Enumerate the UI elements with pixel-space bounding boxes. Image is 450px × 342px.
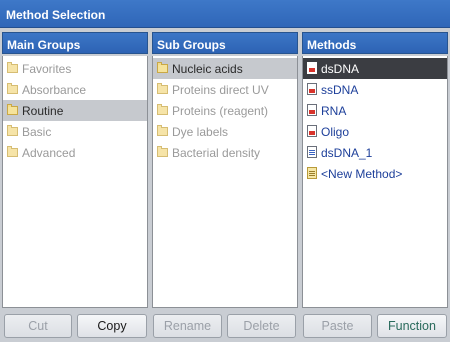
main-group-absorbance[interactable]: Absorbance (3, 79, 147, 100)
delete-button[interactable]: Delete (227, 314, 296, 338)
method-dsdna[interactable]: dsDNA (303, 58, 447, 79)
cut-button[interactable]: Cut (4, 314, 72, 338)
list-item-label: Oligo (321, 125, 350, 139)
method-rna[interactable]: RNA (303, 100, 447, 121)
locked-method-icon (307, 125, 317, 137)
list-item-label: ssDNA (321, 83, 359, 97)
main-groups-list[interactable]: Favorites Absorbance Routine Basic Advan… (2, 56, 148, 308)
sub-groups-header: Sub Groups (152, 32, 298, 54)
sub-group-nucleic-acids[interactable]: Nucleic acids (153, 58, 297, 79)
list-item-label: Basic (22, 125, 52, 139)
folder-open-icon (157, 62, 168, 73)
locked-method-icon (307, 62, 317, 74)
methods-header: Methods (302, 32, 448, 54)
locked-method-icon (307, 104, 317, 116)
list-item-label: dsDNA_1 (321, 146, 373, 160)
list-item-label: Favorites (22, 62, 72, 76)
main-groups-header: Main Groups (2, 32, 148, 54)
list-item-label: Absorbance (22, 83, 87, 97)
user-method-icon (307, 146, 317, 158)
locked-method-icon (307, 83, 317, 95)
method-oligo[interactable]: Oligo (303, 121, 447, 142)
folder-icon (157, 83, 168, 94)
sub-group-bacterial-density[interactable]: Bacterial density (153, 142, 297, 163)
list-item-label: Nucleic acids (172, 62, 243, 76)
method-new[interactable]: <New Method> (303, 163, 447, 184)
copy-button[interactable]: Copy (77, 314, 147, 338)
rename-button[interactable]: Rename (153, 314, 222, 338)
list-item-label: Proteins direct UV (172, 83, 269, 97)
method-ssdna[interactable]: ssDNA (303, 79, 447, 100)
main-groups-panel: Main Groups Favorites Absorbance Routine… (2, 32, 148, 310)
main-group-basic[interactable]: Basic (3, 121, 147, 142)
list-item-label: Advanced (22, 146, 76, 160)
new-method-icon (307, 167, 317, 179)
sub-group-proteins-reagent[interactable]: Proteins (reagent) (153, 100, 297, 121)
sub-groups-panel: Sub Groups Nucleic acids Proteins direct… (152, 32, 298, 310)
sub-groups-list[interactable]: Nucleic acids Proteins direct UV Protein… (152, 56, 298, 308)
folder-icon (7, 62, 18, 73)
main-group-favorites[interactable]: Favorites (3, 58, 147, 79)
folder-icon (7, 125, 18, 136)
list-item-label: Routine (22, 104, 64, 118)
method-selection-window: Method Selection Main Groups Favorites A… (0, 0, 450, 342)
list-item-label: dsDNA (321, 62, 360, 76)
folder-icon (157, 125, 168, 136)
method-dsdna-1[interactable]: dsDNA_1 (303, 142, 447, 163)
sub-group-dye-labels[interactable]: Dye labels (153, 121, 297, 142)
folder-icon (7, 146, 18, 157)
methods-panel: Methods dsDNA ssDNA RNA Oligo dsDNA_1 <N… (302, 32, 448, 310)
button-bar: Cut Copy Rename Delete Paste Function (0, 314, 450, 340)
list-item-label: Dye labels (172, 125, 229, 139)
window-title: Method Selection (0, 0, 450, 28)
paste-button[interactable]: Paste (303, 314, 372, 338)
folder-icon (157, 104, 168, 115)
folder-icon (7, 83, 18, 94)
folder-open-icon (7, 104, 18, 115)
list-item-label: <New Method> (321, 167, 403, 181)
methods-list[interactable]: dsDNA ssDNA RNA Oligo dsDNA_1 <New Metho… (302, 56, 448, 308)
function-button[interactable]: Function (377, 314, 447, 338)
main-group-routine[interactable]: Routine (3, 100, 147, 121)
list-item-label: RNA (321, 104, 347, 118)
list-item-label: Bacterial density (172, 146, 261, 160)
sub-group-proteins-direct-uv[interactable]: Proteins direct UV (153, 79, 297, 100)
folder-icon (157, 146, 168, 157)
list-item-label: Proteins (reagent) (172, 104, 269, 118)
main-group-advanced[interactable]: Advanced (3, 142, 147, 163)
